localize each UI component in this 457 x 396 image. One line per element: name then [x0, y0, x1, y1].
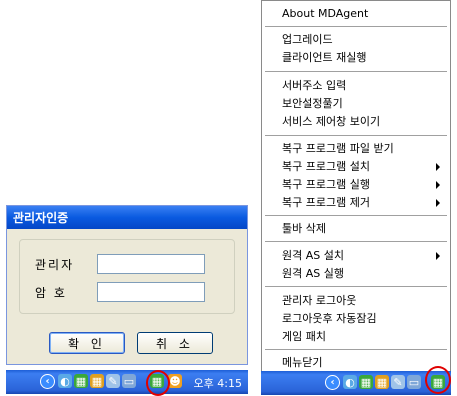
password-label: 암 호 — [35, 285, 67, 300]
auth-window-title: 관리자인증 — [7, 206, 247, 229]
menu-item-remote-as-install[interactable]: 원격 AS 설치 — [262, 247, 450, 265]
menu-item-close-menu[interactable]: 메뉴닫기 — [262, 354, 450, 372]
submenu-arrow-icon — [436, 199, 440, 207]
submenu-arrow-icon — [436, 163, 440, 171]
menu-item-auto-lock[interactable]: 로그아웃후 자동잠김 — [262, 310, 450, 328]
menu-item-restart-client[interactable]: 클라이언트 재실행 — [262, 49, 450, 67]
menu-item-label: 서버주소 입력 — [282, 79, 347, 92]
menu-item-show-service-control[interactable]: 서비스 제어창 보이기 — [262, 113, 450, 131]
menu-item-label: 원격 AS 설치 — [282, 249, 344, 262]
user-icon[interactable]: ☻ — [168, 374, 182, 388]
grid-app-icon[interactable]: ▦ — [74, 374, 88, 388]
menu-item-remove-toolbar[interactable]: 툴바 삭제 — [262, 220, 450, 238]
menu-item-label: 원격 AS 실행 — [282, 267, 344, 280]
menu-item-label: 복구 프로그램 설치 — [282, 160, 370, 173]
monitor-icon[interactable]: ▭ — [122, 374, 136, 388]
tray-context-menu: About MDAgent 업그레이드 클라이언트 재실행 서버주소 입력 보안… — [261, 0, 451, 372]
network-icon[interactable]: ◐ — [343, 375, 357, 389]
edit-icon[interactable]: ✎ — [106, 374, 120, 388]
menu-item-label: 관리자 로그아웃 — [282, 294, 357, 307]
taskbar-right: ‹ ◐ ▦ ▦ ✎ ▭ ▦ — [261, 371, 451, 395]
menu-item-remote-as-run[interactable]: 원격 AS 실행 — [262, 265, 450, 283]
menu-item-label: 툴바 삭제 — [282, 222, 326, 235]
menu-item-label: 클라이언트 재실행 — [282, 51, 367, 64]
admin-auth-window: 관리자인증 관리자 암 호 확 인 취 소 — [6, 205, 248, 365]
back-arrow-icon[interactable]: ‹ — [40, 374, 55, 389]
menu-item-release-security[interactable]: 보안설정풀기 — [262, 95, 450, 113]
menu-separator — [265, 241, 447, 242]
menu-item-label: 복구 프로그램 파일 받기 — [282, 142, 394, 155]
menu-item-label: 보안설정풀기 — [282, 97, 343, 110]
menu-item-label: 게임 패치 — [282, 330, 326, 343]
menu-separator — [265, 26, 447, 27]
menu-item-server-address[interactable]: 서버주소 입력 — [262, 77, 450, 95]
menu-item-recovery-run[interactable]: 복구 프로그램 실행 — [262, 176, 450, 194]
auth-groupbox — [19, 239, 235, 314]
admin-input[interactable] — [97, 254, 205, 274]
menu-item-label: 서비스 제어창 보이기 — [282, 115, 381, 128]
menu-item-label: 복구 프로그램 실행 — [282, 178, 370, 191]
menu-separator — [265, 135, 447, 136]
menu-item-label: About MDAgent — [282, 7, 369, 20]
menu-item-label: 로그아웃후 자동잠김 — [282, 312, 377, 325]
menu-item-admin-logout[interactable]: 관리자 로그아웃 — [262, 292, 450, 310]
menu-item-game-patch[interactable]: 게임 패치 — [262, 328, 450, 346]
password-row: 암 호 — [35, 282, 205, 302]
menu-item-label: 메뉴닫기 — [282, 356, 323, 369]
grid-app-icon[interactable]: ▦ — [375, 375, 389, 389]
menu-item-upgrade[interactable]: 업그레이드 — [262, 31, 450, 49]
menu-separator — [265, 215, 447, 216]
submenu-arrow-icon — [436, 181, 440, 189]
menu-item-recovery-download[interactable]: 복구 프로그램 파일 받기 — [262, 140, 450, 158]
network-icon[interactable]: ◐ — [58, 374, 72, 388]
ok-button[interactable]: 확 인 — [49, 332, 125, 354]
admin-row: 관리자 — [35, 254, 205, 274]
menu-separator — [265, 286, 447, 287]
password-input[interactable] — [97, 282, 205, 302]
menu-separator — [265, 71, 447, 72]
menu-item-recovery-install[interactable]: 복구 프로그램 설치 — [262, 158, 450, 176]
submenu-arrow-icon — [436, 252, 440, 260]
highlight-circle — [425, 366, 451, 394]
grid-app-icon[interactable]: ▦ — [90, 374, 104, 388]
menu-separator — [265, 349, 447, 350]
menu-item-recovery-remove[interactable]: 복구 프로그램 제거 — [262, 194, 450, 212]
taskbar-left: ‹ ◐ ▦ ▦ ✎ ▭ ▦ ☻ 오후 4:15 — [6, 370, 248, 394]
edit-icon[interactable]: ✎ — [391, 375, 405, 389]
back-arrow-icon[interactable]: ‹ — [325, 375, 340, 390]
menu-item-label: 업그레이드 — [282, 33, 333, 46]
menu-item-about[interactable]: About MDAgent — [262, 5, 450, 23]
menu-item-label: 복구 프로그램 제거 — [282, 196, 370, 209]
highlight-circle — [146, 370, 170, 396]
monitor-icon[interactable]: ▭ — [407, 375, 421, 389]
grid-app-icon[interactable]: ▦ — [359, 375, 373, 389]
cancel-button[interactable]: 취 소 — [137, 332, 213, 354]
admin-label: 관리자 — [35, 257, 75, 272]
clock: 오후 4:15 — [193, 377, 242, 390]
